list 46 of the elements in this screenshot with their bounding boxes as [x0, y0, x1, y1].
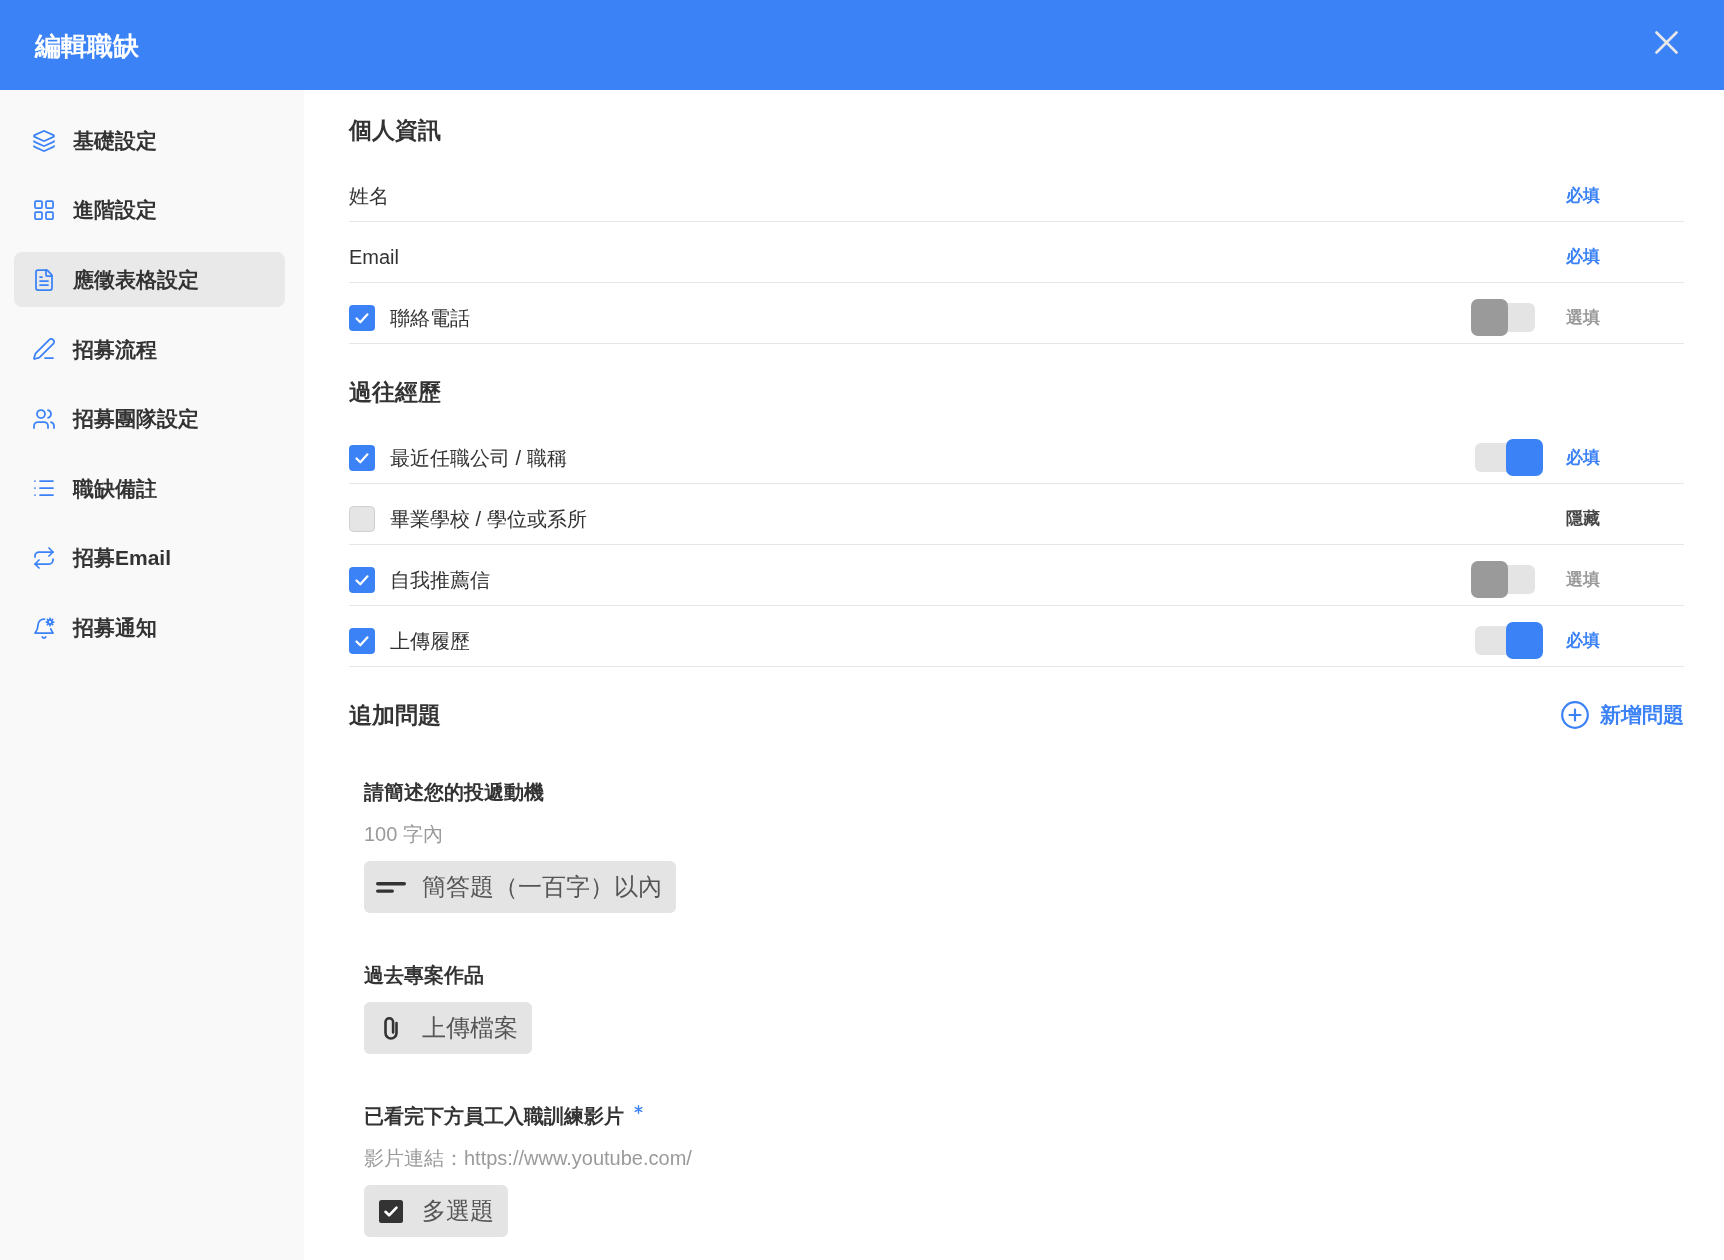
section-title: 過往經歷 — [349, 378, 442, 407]
close-icon — [1655, 30, 1678, 54]
bell-gear-icon — [32, 615, 56, 640]
requirement-label: 選填 — [1566, 568, 1600, 591]
answer-type-button[interactable]: 多選題 — [364, 1185, 508, 1237]
requirement-label: 必填 — [1566, 629, 1600, 652]
text-lines-icon — [376, 881, 406, 893]
plus-circle-icon — [1561, 701, 1589, 729]
answer-type-button[interactable]: 上傳檔案 — [364, 1002, 532, 1054]
question-description: 影片連結：https://www.youtube.com/ — [364, 1146, 692, 1171]
requirement-label: 必填 — [1566, 446, 1600, 469]
close-button[interactable] — [1655, 30, 1678, 54]
field-label: 自我推薦信 — [390, 567, 490, 593]
pen-icon — [32, 337, 56, 362]
add-question-button[interactable]: 新增問題 — [1561, 701, 1684, 729]
field-label: 最近任職公司 / 職稱 — [390, 445, 567, 471]
question-title: 請簡述您的投遞動機 — [364, 780, 544, 805]
checkbox[interactable] — [349, 627, 375, 654]
sidebar-item[interactable]: 應徵表格設定 — [14, 252, 285, 308]
dialog-title: 編輯職缺 — [35, 30, 139, 63]
section-title: 個人資訊 — [349, 116, 442, 145]
field-label: 姓名 — [349, 183, 389, 209]
document-icon — [32, 267, 56, 292]
answer-type-button[interactable]: 簡答題（一百字）以內 — [364, 861, 676, 913]
requirement-label: 選填 — [1566, 306, 1600, 329]
requirement-label: 隱藏 — [1566, 507, 1600, 530]
question-title: 過去專案作品 — [364, 963, 484, 988]
checkbox[interactable] — [349, 505, 375, 532]
users-icon — [32, 406, 56, 431]
paperclip-icon — [383, 1016, 399, 1040]
checkbox[interactable] — [349, 566, 375, 593]
field-label: Email — [349, 244, 399, 270]
field-label: 上傳履歷 — [390, 628, 470, 654]
requirement-label: 必填 — [1566, 245, 1600, 268]
section-title: 追加問題 — [349, 701, 441, 730]
layers-icon — [32, 128, 56, 153]
question-description: 100 字內 — [364, 822, 443, 847]
checkbox[interactable] — [349, 304, 375, 331]
checkbox-icon — [379, 1199, 403, 1223]
question-title: 已看完下方員工入職訓練影片 — [364, 1104, 624, 1129]
requirement-label: 必填 — [1566, 184, 1600, 207]
repeat-arrows-icon — [32, 546, 56, 571]
field-label: 聯絡電話 — [390, 305, 470, 331]
grid-icon — [32, 198, 56, 223]
checkbox[interactable] — [349, 444, 375, 471]
field-label: 畢業學校 / 學位或系所 — [390, 506, 587, 532]
